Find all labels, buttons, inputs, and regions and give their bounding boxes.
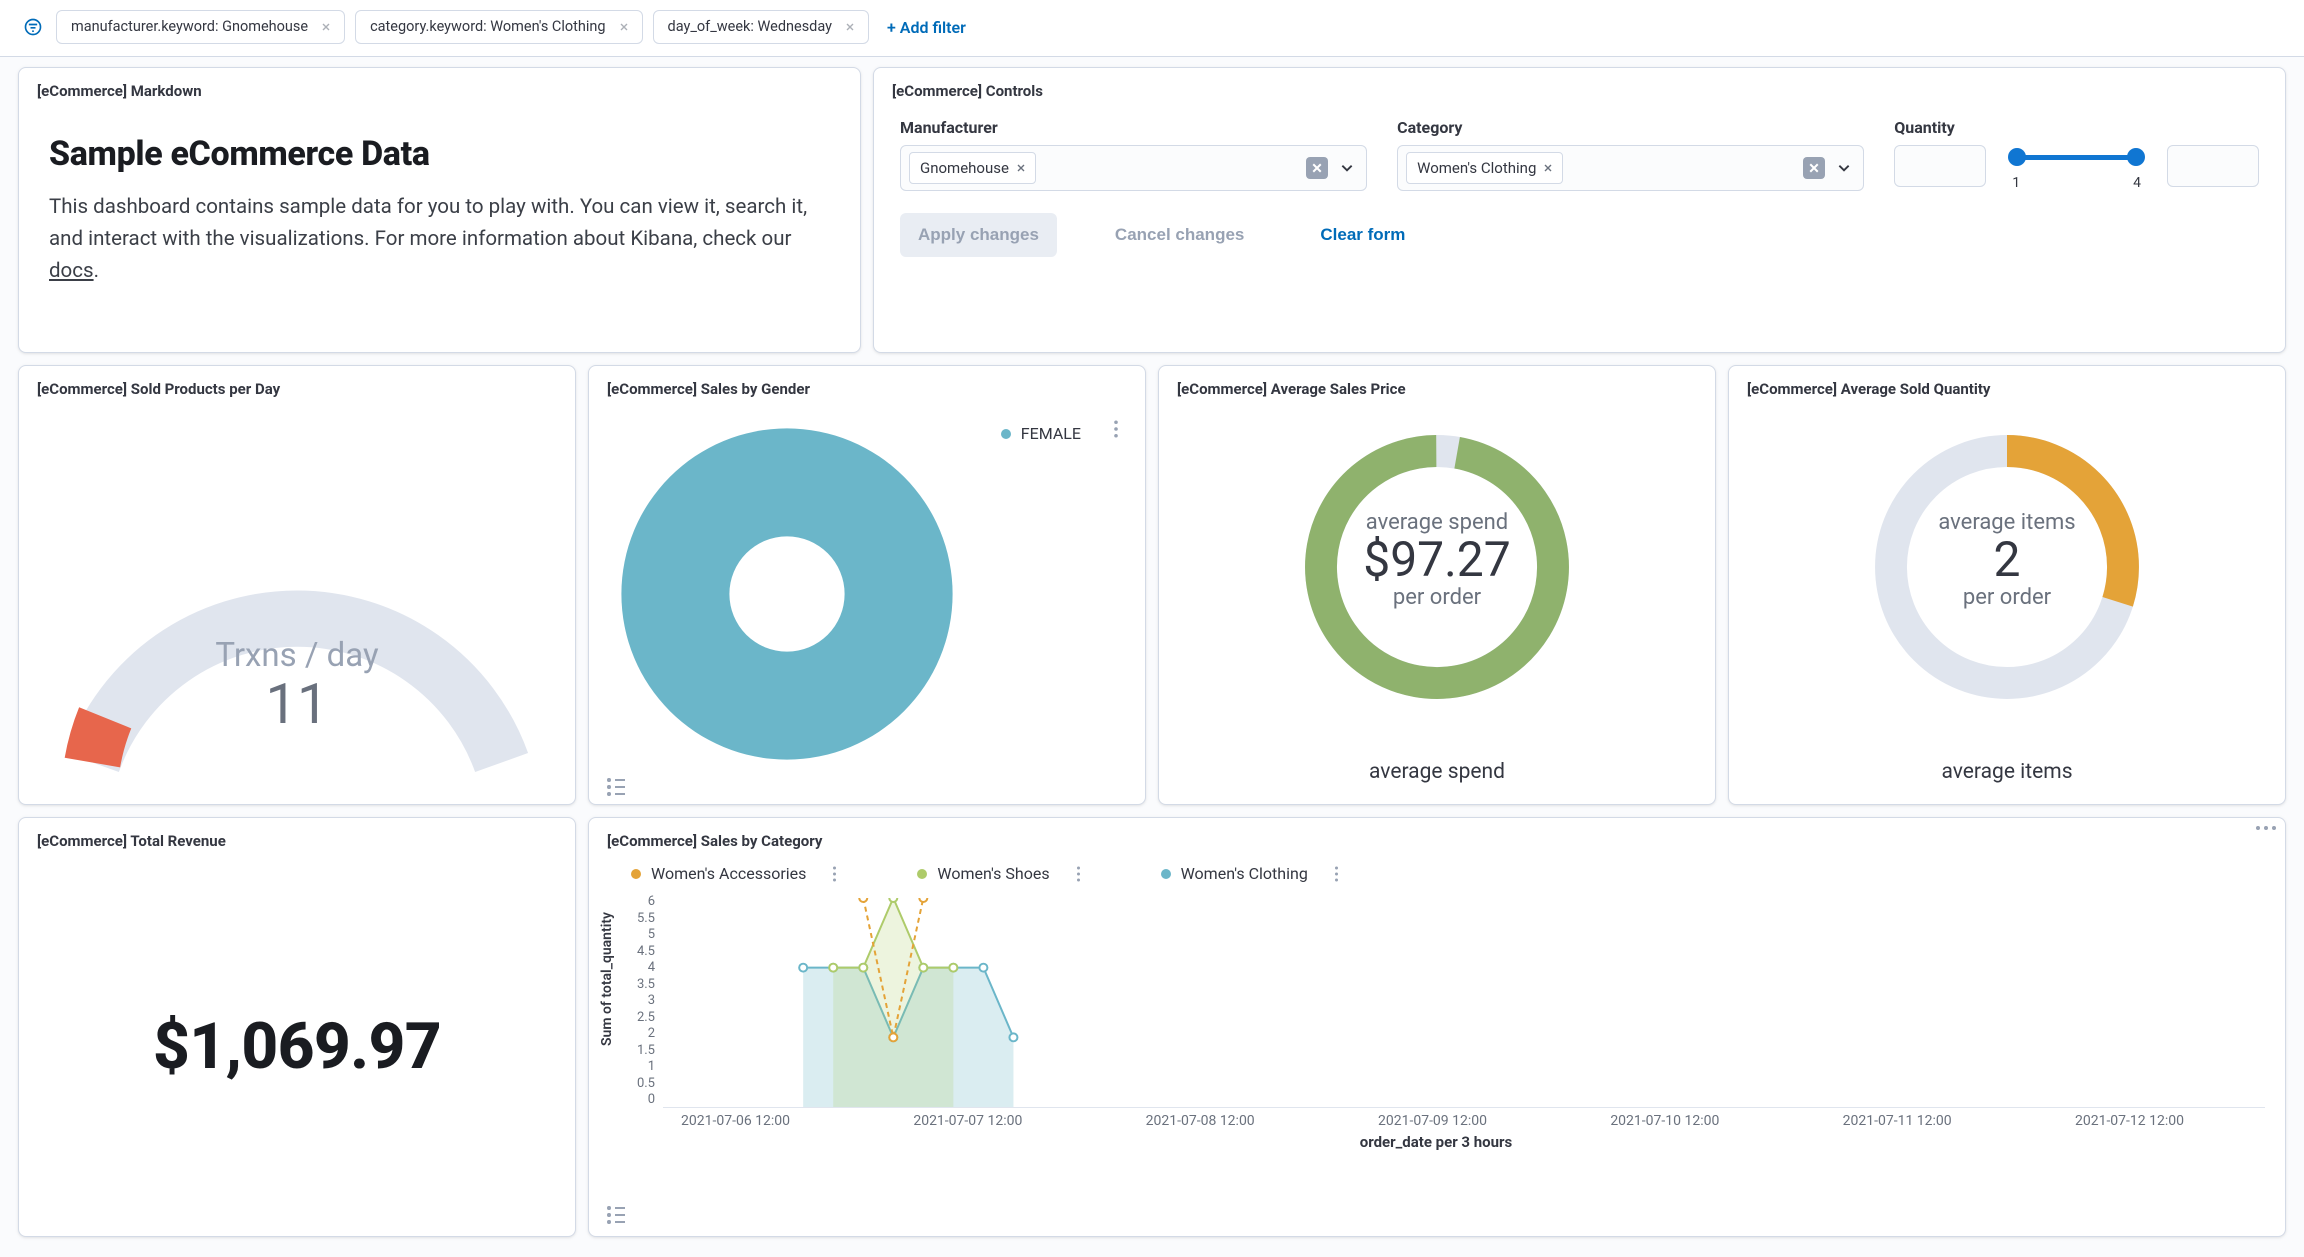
toggle-legend-icon[interactable] [603, 774, 629, 800]
quantity-max-input[interactable] [2167, 145, 2259, 187]
legend-item-accessories[interactable]: Women's Accessories [631, 864, 837, 883]
ring-value: $97.27 [1159, 535, 1715, 585]
clear-icon[interactable] [1803, 157, 1825, 179]
panel-title: [eCommerce] Sales by Category [589, 818, 840, 854]
close-icon[interactable] [1017, 164, 1025, 172]
gauge-subtitle: Trxns / day [19, 636, 575, 675]
panel-title: [eCommerce] Controls [874, 68, 2285, 104]
category-combobox[interactable]: Women's Clothing [1397, 145, 1864, 191]
ring-value: 2 [1729, 535, 2285, 585]
legend-actions-icon[interactable] [1113, 420, 1119, 438]
legend-item-shoes[interactable]: Women's Shoes [917, 864, 1080, 883]
panel-title: [eCommerce] Markdown [19, 68, 860, 104]
gauge-value: 11 [19, 675, 575, 734]
legend-swatch-icon [1161, 869, 1171, 879]
slider-thumb-max[interactable] [2127, 148, 2145, 166]
panel-sold-products: [eCommerce] Sold Products per Day Trxns … [18, 365, 576, 805]
combobox-token[interactable]: Gnomehouse [909, 152, 1036, 184]
apply-changes-button[interactable]: Apply changes [900, 213, 1057, 257]
filter-icon[interactable] [20, 14, 46, 40]
legend-item-clothing[interactable]: Women's Clothing [1161, 864, 1339, 883]
ring-line3: per order [1159, 585, 1715, 610]
panel-actions-icon[interactable] [2255, 824, 2277, 832]
quantity-min-input[interactable] [1894, 145, 1986, 187]
filter-bar: manufacturer.keyword: Gnomehouse categor… [0, 0, 2304, 57]
legend-actions-icon[interactable] [1076, 866, 1081, 882]
panel-sales-by-gender: [eCommerce] Sales by Gender FEMALE [588, 365, 1146, 805]
legend-actions-icon[interactable] [1334, 866, 1339, 882]
panel-title: [eCommerce] Average Sold Quantity [1729, 366, 2285, 402]
filter-pill-manufacturer[interactable]: manufacturer.keyword: Gnomehouse [56, 10, 345, 44]
control-category: Category Women's Clothing [1397, 118, 1864, 191]
filter-pill-text: day_of_week: Wednesday [668, 20, 832, 35]
panel-sales-by-category: [eCommerce] Sales by Category Women's Ac… [588, 817, 2286, 1237]
close-icon[interactable] [616, 19, 632, 35]
legend-swatch-icon [917, 869, 927, 879]
panel-title: [eCommerce] Average Sales Price [1159, 366, 1715, 402]
close-icon[interactable] [842, 19, 858, 35]
filter-pill-day[interactable]: day_of_week: Wednesday [653, 10, 869, 44]
area-legend: Women's Accessories Women's Shoes Women'… [607, 860, 2265, 895]
donut-legend-item[interactable]: FEMALE [1001, 424, 1081, 443]
control-manufacturer: Manufacturer Gnomehouse [900, 118, 1367, 191]
area-plot [663, 898, 2265, 1108]
docs-link[interactable]: docs [49, 259, 94, 283]
combobox-token[interactable]: Women's Clothing [1406, 152, 1563, 184]
chevron-down-icon[interactable] [1336, 157, 1358, 179]
ring-line3: per order [1729, 585, 2285, 610]
donut-chart [607, 414, 967, 774]
legend-dot-icon [1001, 429, 1011, 439]
slider-tick-min: 1 [2012, 175, 2020, 191]
panel-avg-sales-price: [eCommerce] Average Sales Price average … [1158, 365, 1716, 805]
filter-pill-text: category.keyword: Women's Clothing [370, 20, 605, 35]
ring-caption: average spend [1159, 760, 1715, 784]
panel-title: [eCommerce] Total Revenue [19, 818, 575, 854]
chevron-down-icon[interactable] [1833, 157, 1855, 179]
panel-avg-sold-quantity: [eCommerce] Average Sold Quantity averag… [1728, 365, 2286, 805]
panel-title: [eCommerce] Sales by Gender [589, 366, 1145, 402]
ring-caption: average items [1729, 760, 2285, 784]
legend-actions-icon[interactable] [832, 866, 837, 882]
panel-total-revenue: [eCommerce] Total Revenue $1,069.97 [18, 817, 576, 1237]
toggle-legend-icon[interactable] [603, 1202, 629, 1228]
filter-pill-category[interactable]: category.keyword: Women's Clothing [355, 10, 642, 44]
control-quantity: Quantity 1 4 [1894, 118, 2259, 191]
y-axis-ticks: 65.5 54.5 43.5 32.5 21.5 10.5 0 [627, 894, 655, 1109]
clear-icon[interactable] [1306, 157, 1328, 179]
cancel-changes-button[interactable]: Cancel changes [1097, 213, 1262, 257]
close-icon[interactable] [1544, 164, 1552, 172]
x-axis-title: order_date per 3 hours [607, 1133, 2265, 1151]
slider-thumb-min[interactable] [2008, 148, 2026, 166]
panel-title: [eCommerce] Sold Products per Day [19, 366, 575, 402]
legend-swatch-icon [631, 869, 641, 879]
control-label: Category [1397, 118, 1864, 137]
panel-controls: [eCommerce] Controls Manufacturer Gnomeh… [873, 67, 2286, 353]
control-label: Manufacturer [900, 118, 1367, 137]
clear-form-button[interactable]: Clear form [1302, 213, 1423, 257]
x-axis-ticks: 2021-07-06 12:002021-07-07 12:00 2021-07… [607, 1113, 2265, 1129]
y-axis-title: Sum of total_quantity [599, 912, 615, 1046]
markdown-heading: Sample eCommerce Data [49, 134, 830, 174]
close-icon[interactable] [318, 19, 334, 35]
panel-markdown: [eCommerce] Markdown Sample eCommerce Da… [18, 67, 861, 353]
manufacturer-combobox[interactable]: Gnomehouse [900, 145, 1367, 191]
quantity-slider[interactable]: 1 4 [2008, 145, 2145, 187]
revenue-value: $1,069.97 [153, 1009, 441, 1084]
filter-pill-text: manufacturer.keyword: Gnomehouse [71, 20, 308, 35]
markdown-body: This dashboard contains sample data for … [49, 192, 829, 287]
control-label: Quantity [1894, 118, 2259, 137]
dashboard-grid: [eCommerce] Markdown Sample eCommerce Da… [0, 57, 2304, 1257]
slider-tick-max: 4 [2133, 175, 2141, 191]
add-filter-button[interactable]: + Add filter [879, 12, 974, 43]
